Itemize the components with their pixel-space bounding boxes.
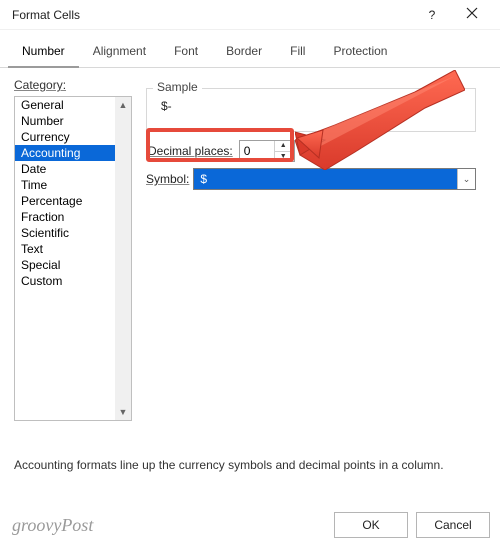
tab-alignment[interactable]: Alignment [79, 38, 160, 67]
sample-label: Sample [153, 80, 202, 94]
tab-protection[interactable]: Protection [319, 38, 401, 67]
title-bar: Format Cells ? [0, 0, 500, 30]
decimal-places-stepper[interactable]: ▲ ▼ [239, 140, 295, 162]
category-panel: Category: General Number Currency Accoun… [14, 78, 132, 478]
tab-border[interactable]: Border [212, 38, 276, 67]
list-item[interactable]: Number [15, 113, 115, 129]
sample-value: $- [157, 99, 465, 113]
sample-groupbox: Sample $- [146, 88, 476, 132]
list-item[interactable]: Fraction [15, 209, 115, 225]
scroll-down-icon[interactable]: ▼ [115, 404, 131, 420]
list-item[interactable]: Text [15, 241, 115, 257]
symbol-value: $ [200, 172, 207, 186]
list-item[interactable]: General [15, 97, 115, 113]
list-item[interactable]: Scientific [15, 225, 115, 241]
close-button[interactable] [452, 1, 492, 29]
chevron-down-icon[interactable]: ⌄ [457, 169, 475, 189]
list-item[interactable]: Custom [15, 273, 115, 289]
symbol-combobox[interactable]: $ ⌄ [193, 168, 476, 190]
step-up-icon[interactable]: ▲ [275, 141, 292, 152]
list-item[interactable]: Special [15, 257, 115, 273]
format-description: Accounting formats line up the currency … [14, 458, 486, 472]
tab-font[interactable]: Font [160, 38, 212, 67]
symbol-label: Symbol: [146, 172, 189, 186]
list-item[interactable]: Date [15, 161, 115, 177]
list-item[interactable]: Time [15, 177, 115, 193]
dialog-body: Category: General Number Currency Accoun… [0, 68, 500, 478]
ok-button[interactable]: OK [334, 512, 408, 538]
settings-panel: Sample $- Decimal places: ▲ ▼ Symbol: $ … [146, 78, 486, 478]
category-label: Category: [14, 78, 132, 92]
category-listbox[interactable]: General Number Currency Accounting Date … [14, 96, 132, 421]
dialog-footer: OK Cancel [334, 512, 490, 538]
list-item[interactable]: Percentage [15, 193, 115, 209]
close-icon [466, 7, 478, 22]
list-item[interactable]: Accounting [15, 145, 115, 161]
cancel-button[interactable]: Cancel [416, 512, 490, 538]
tab-fill[interactable]: Fill [276, 38, 319, 67]
tab-number[interactable]: Number [8, 38, 79, 68]
help-button[interactable]: ? [412, 1, 452, 29]
list-item[interactable]: Currency [15, 129, 115, 145]
scroll-up-icon[interactable]: ▲ [115, 97, 131, 113]
decimal-places-label: Decimal places: [148, 144, 233, 158]
listbox-scrollbar[interactable]: ▲ ▼ [115, 97, 131, 420]
decimal-places-input[interactable] [240, 141, 274, 161]
watermark: groovyPost [12, 515, 93, 536]
step-down-icon[interactable]: ▼ [275, 152, 292, 162]
window-title: Format Cells [12, 8, 412, 22]
tab-strip: Number Alignment Font Border Fill Protec… [0, 30, 500, 68]
help-icon: ? [429, 8, 436, 22]
